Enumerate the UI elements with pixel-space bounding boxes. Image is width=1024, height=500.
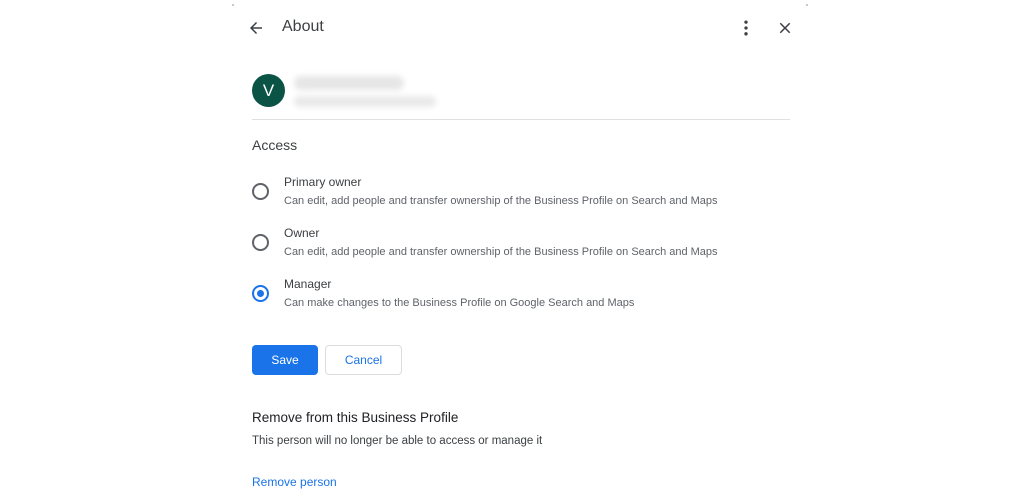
- access-label: Access: [252, 137, 298, 153]
- close-icon: [779, 22, 791, 34]
- radio-primary-owner[interactable]: [252, 183, 269, 200]
- arrow-left-icon: [250, 22, 262, 34]
- option-title: Manager: [284, 277, 332, 291]
- close-button[interactable]: [773, 16, 797, 40]
- divider: [252, 119, 790, 120]
- page-title: About: [282, 18, 324, 35]
- more-vert-icon: [744, 20, 748, 36]
- remove-person-link[interactable]: Remove person: [252, 475, 337, 489]
- option-primary-owner[interactable]: Primary owner Can edit, add people and t…: [232, 175, 808, 219]
- option-owner[interactable]: Owner Can edit, add people and transfer …: [232, 226, 808, 270]
- option-manager[interactable]: Manager Can make changes to the Business…: [232, 277, 808, 321]
- radio-manager[interactable]: [252, 285, 269, 302]
- user-name-redacted: [294, 76, 404, 90]
- about-dialog: About V Access Primary owner Can edit, a…: [232, 4, 808, 500]
- user-email-redacted: [294, 96, 436, 107]
- radio-owner[interactable]: [252, 234, 269, 251]
- option-description: Can edit, add people and transfer owners…: [284, 195, 718, 207]
- remove-section-description: This person will no longer be able to ac…: [252, 435, 543, 447]
- option-title: Owner: [284, 226, 320, 240]
- option-title: Primary owner: [284, 175, 362, 189]
- more-options-button[interactable]: [734, 16, 758, 40]
- save-button[interactable]: Save: [252, 345, 318, 375]
- dialog-header: About: [232, 4, 808, 52]
- cancel-button[interactable]: Cancel: [325, 345, 402, 375]
- back-button[interactable]: [244, 16, 268, 40]
- option-description: Can make changes to the Business Profile…: [284, 297, 635, 309]
- remove-section-title: Remove from this Business Profile: [252, 410, 459, 425]
- avatar: V: [252, 74, 285, 107]
- option-description: Can edit, add people and transfer owners…: [284, 246, 718, 258]
